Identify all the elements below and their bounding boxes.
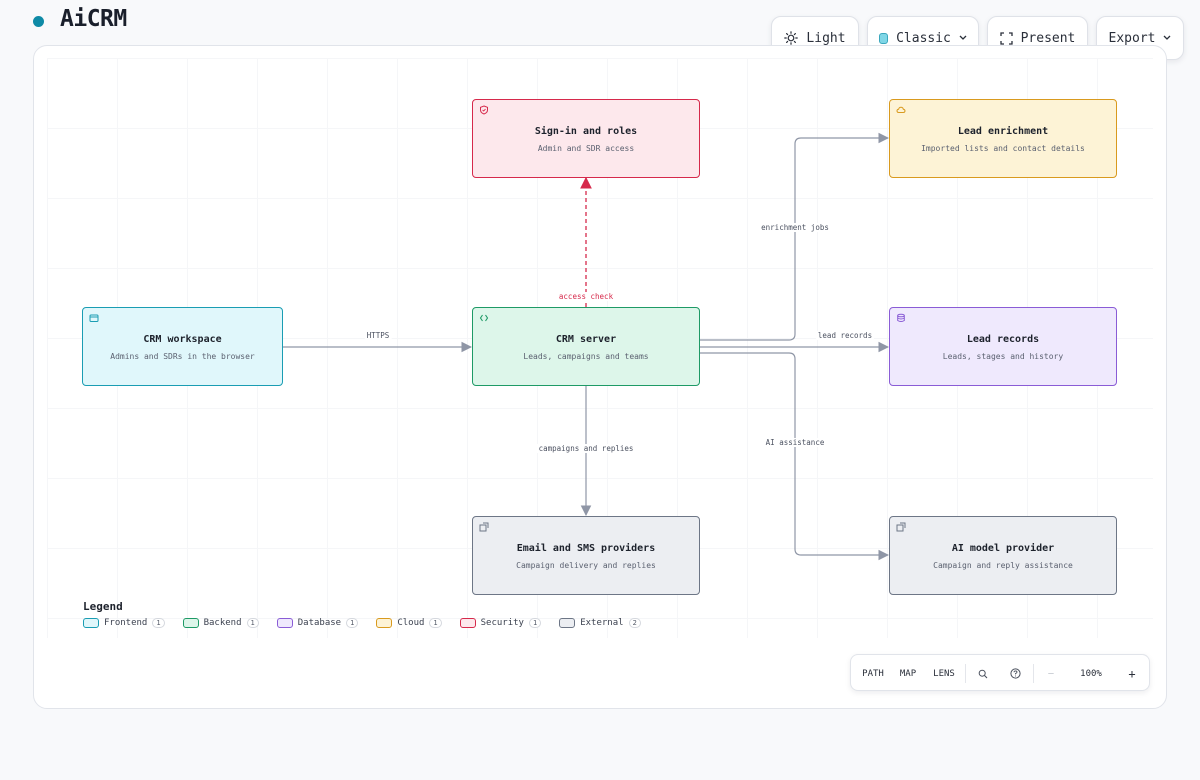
node-ai-model-provider[interactable]: AI model provider Campaign and reply ass… [889,516,1117,595]
legend-swatch [559,618,576,628]
node-title: Lead enrichment [957,126,1049,137]
canvas-controls: PATH MAP LENS — 100% + [850,654,1150,691]
legend-label: Backend [203,618,242,628]
shield-icon [480,105,488,115]
map-button[interactable]: MAP [893,655,923,692]
legend-item-cloud[interactable]: Cloud 1 [376,618,442,628]
edge-label-access-check: access check [556,292,616,301]
node-title: Sign-in and roles [534,126,638,137]
legend-count: 1 [152,618,165,628]
legend: Legend Frontend 1 Backend 1 Database 1 C… [83,600,641,628]
edge-label-enrichment-jobs: enrichment jobs [759,223,831,232]
node-subtitle: Leads, stages and history [942,352,1064,361]
cloud-icon [896,106,906,113]
edge-label-https: HTTPS [364,331,392,340]
node-subtitle: Campaign delivery and replies [516,561,656,570]
node-crm-workspace[interactable]: CRM workspace Admins and SDRs in the bro… [82,307,283,386]
search-button[interactable] [971,655,995,692]
node-lead-records[interactable]: Lead records Leads, stages and history [889,307,1117,386]
legend-swatch [376,618,393,628]
node-subtitle: Campaign and reply assistance [933,561,1073,570]
node-title: AI model provider [951,543,1055,554]
node-title: CRM workspace [143,334,222,345]
zoom-level: 100% [1080,668,1102,679]
node-subtitle: Admin and SDR access [537,144,635,153]
legend-label: Frontend [104,618,148,628]
lens-button[interactable]: LENS [927,655,961,692]
browser-icon [89,314,99,322]
code-icon [479,314,489,322]
node-subtitle: Leads, campaigns and teams [523,352,649,361]
legend-swatch [83,618,99,628]
legend-label: External [580,618,624,628]
node-email-sms-providers[interactable]: Email and SMS providers Campaign deliver… [472,516,700,595]
legend-count: 1 [346,618,359,628]
node-title: CRM server [555,334,617,345]
legend-label: Cloud [397,618,425,628]
node-subtitle: Imported lists and contact details [921,144,1085,153]
legend-count: 1 [429,618,442,628]
help-icon [1009,668,1021,679]
external-link-icon [896,522,906,532]
legend-label: Database [297,618,342,628]
legend-count: 2 [628,618,641,628]
legend-item-frontend[interactable]: Frontend 1 [83,618,165,628]
legend-item-security[interactable]: Security 1 [459,618,542,628]
node-subtitle: Admins and SDRs in the browser [110,352,255,361]
edge-label-ai-assistance: AI assistance [763,438,827,447]
edge-enrichment-jobs[interactable] [700,132,890,341]
legend-item-backend[interactable]: Backend 1 [182,618,259,628]
legend-label: Security [480,618,524,628]
divider [1033,664,1034,683]
zoom-in-button[interactable]: + [1119,655,1145,692]
node-lead-enrichment[interactable]: Lead enrichment Imported lists and conta… [889,99,1117,178]
search-icon [978,669,988,678]
zoom-out-button[interactable]: — [1039,655,1063,692]
external-link-icon [479,522,489,532]
legend-swatch [276,618,293,628]
legend-count: 1 [246,618,259,628]
divider [965,664,966,683]
node-title: Lead records [966,334,1040,345]
edge-label-campaigns-replies: campaigns and replies [536,444,636,453]
edge-label-lead-records: lead records [815,331,875,340]
legend-swatch [182,618,199,628]
database-icon [897,313,905,323]
node-title: Email and SMS providers [516,543,656,554]
path-button[interactable]: PATH [857,655,889,692]
node-sign-in-roles[interactable]: Sign-in and roles Admin and SDR access [472,99,700,178]
legend-count: 1 [528,618,542,628]
legend-item-external[interactable]: External 2 [559,618,641,628]
node-crm-server[interactable]: CRM server Leads, campaigns and teams [472,307,700,386]
edge-ai-assistance[interactable] [700,352,890,561]
legend-item-database[interactable]: Database 1 [276,618,359,628]
legend-title: Legend [83,600,123,613]
legend-swatch [459,618,476,628]
help-button[interactable] [1003,655,1027,692]
